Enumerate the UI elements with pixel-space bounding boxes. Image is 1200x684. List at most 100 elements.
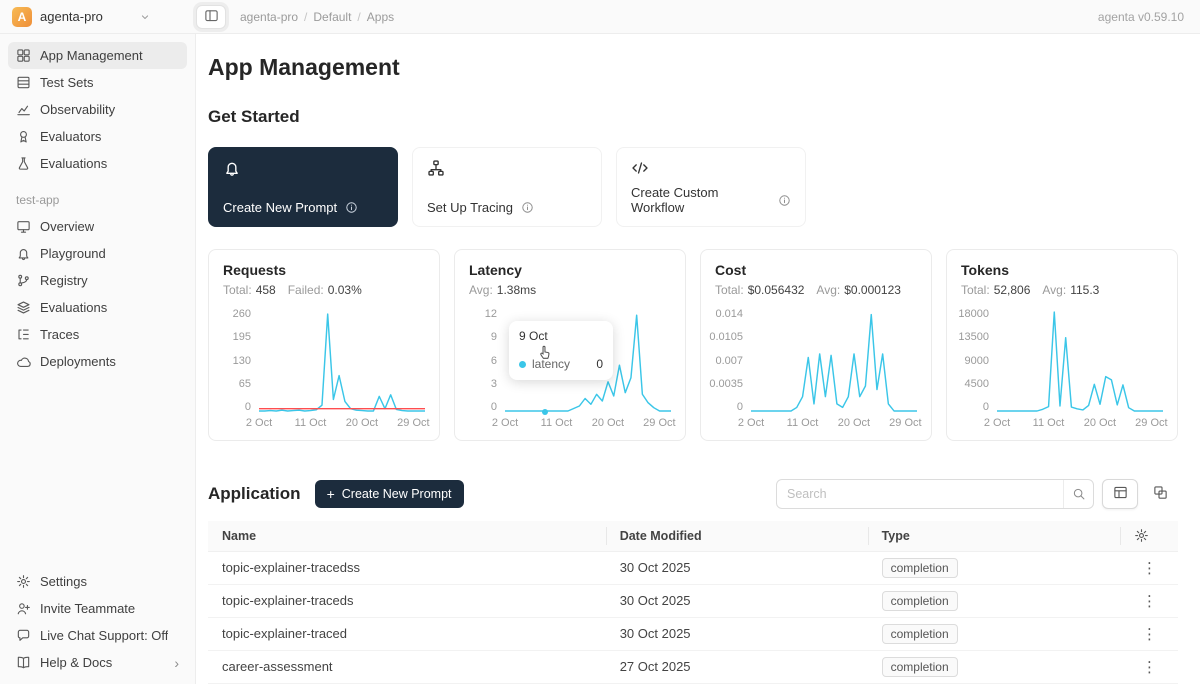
series-requests (259, 314, 425, 411)
metric-stats: Total:458Failed:0.03% (223, 283, 425, 297)
table-row[interactable]: career-assessment27 Oct 2025completion⋮ (208, 650, 1178, 683)
book-icon (16, 655, 31, 670)
info-icon[interactable] (345, 201, 358, 214)
series-cost (751, 315, 917, 411)
sidebar-section-label: test-app (16, 193, 187, 207)
table-row[interactable]: topic-explainer-tracedss30 Oct 2025compl… (208, 551, 1178, 584)
sidebar-toggle-button[interactable] (196, 5, 226, 29)
monitor-icon (16, 219, 31, 234)
row-more-button[interactable]: ⋮ (1135, 657, 1164, 677)
metric-cards: RequestsTotal:458Failed:0.03%26019513065… (208, 249, 1178, 441)
evaluators-icon (16, 129, 31, 144)
card-view-icon (1153, 485, 1168, 503)
invite-icon (16, 601, 31, 616)
sidebar-item-evaluations[interactable]: Evaluations (8, 150, 187, 177)
sidebar-item-settings[interactable]: Settings (8, 568, 187, 595)
chat-icon (16, 628, 31, 643)
start-card-create-custom-workflow[interactable]: Create Custom Workflow (616, 147, 806, 227)
sidebar-item-evaluators[interactable]: Evaluators (8, 123, 187, 150)
y-axis-labels: 260195130650 (223, 309, 259, 413)
sidebar-main-nav: App ManagementTest SetsObservabilityEval… (8, 42, 187, 177)
column-header-actions (1120, 521, 1178, 551)
sidebar-app-nav: OverviewPlaygroundRegistryEvaluationsTra… (8, 213, 187, 375)
sidebar-item-deployments[interactable]: Deployments (8, 348, 187, 375)
sidebar-item-playground[interactable]: Playground (8, 240, 187, 267)
start-card-set-up-tracing[interactable]: Set Up Tracing (412, 147, 602, 227)
page-title: App Management (208, 54, 1178, 81)
row-more-button[interactable]: ⋮ (1135, 558, 1164, 578)
application-section-header: Application + Create New Prompt (208, 479, 1178, 509)
flask-icon (16, 156, 31, 171)
x-axis-labels: 2 Oct11 Oct20 Oct29 Oct (751, 417, 917, 432)
gear-icon (16, 574, 31, 589)
card-view-button[interactable] (1142, 479, 1178, 509)
sidebar-item-traces[interactable]: Traces (8, 321, 187, 348)
x-axis-labels: 2 Oct11 Oct20 Oct29 Oct (997, 417, 1163, 432)
search-input[interactable] (777, 487, 1063, 501)
y-axis-labels: 1800013500900045000 (961, 309, 997, 413)
sidebar: App ManagementTest SetsObservabilityEval… (0, 34, 196, 684)
y-axis-labels: 129630 (469, 309, 505, 413)
sidebar-item-evaluations[interactable]: Evaluations (8, 294, 187, 321)
observability-icon (16, 102, 31, 117)
table-row[interactable]: topic-explainer-traced30 Oct 2025complet… (208, 617, 1178, 650)
info-icon[interactable] (521, 201, 534, 214)
start-card-create-new-prompt[interactable]: Create New Prompt (208, 147, 398, 227)
row-more-button[interactable]: ⋮ (1135, 591, 1164, 611)
table-view-button[interactable] (1102, 479, 1138, 509)
search-icon[interactable] (1063, 480, 1093, 508)
sidebar-item-invite-teammate[interactable]: Invite Teammate (8, 595, 187, 622)
view-toggle (1102, 479, 1178, 509)
column-header-type[interactable]: Type (868, 521, 1120, 551)
x-axis-labels: 2 Oct11 Oct20 Oct29 Oct (505, 417, 671, 432)
table-row[interactable]: topic-explainer-traceds30 Oct 2025comple… (208, 584, 1178, 617)
app-root: A agenta-pro agenta-pro/Default/Apps age… (0, 0, 1200, 684)
main-content: App Management Get Started Create New Pr… (196, 34, 1200, 684)
workspace-name[interactable]: agenta-pro (40, 9, 103, 24)
chart-tokens[interactable]: 1800013500900045000 (961, 309, 1163, 413)
breadcrumb-item[interactable]: agenta-pro (240, 10, 298, 24)
top-header: A agenta-pro agenta-pro/Default/Apps age… (0, 0, 1200, 34)
sidebar-bottom-nav: SettingsInvite TeammateLive Chat Support… (8, 568, 187, 676)
create-new-prompt-button[interactable]: + Create New Prompt (315, 480, 464, 508)
sidebar-item-live-chat-support-off[interactable]: Live Chat Support: Off (8, 622, 187, 649)
bell-icon (223, 159, 241, 177)
sidebar-item-overview[interactable]: Overview (8, 213, 187, 240)
chart-latency[interactable]: 1296309 Octlatency0 (469, 309, 671, 413)
metric-card-cost: CostTotal:$0.056432Avg:$0.0001230.0140.0… (700, 249, 932, 441)
sidebar-item-observability[interactable]: Observability (8, 96, 187, 123)
layers-icon (16, 300, 31, 315)
hover-marker (542, 409, 548, 415)
metric-stats: Total:$0.056432Avg:$0.000123 (715, 283, 917, 297)
chevron-down-icon[interactable] (139, 11, 151, 23)
branch-icon (16, 273, 31, 288)
bell-icon (16, 246, 31, 261)
breadcrumb-item[interactable]: Apps (367, 10, 394, 24)
workspace-avatar[interactable]: A (12, 7, 32, 27)
testsets-icon (16, 75, 31, 90)
table-settings-icon[interactable] (1134, 528, 1149, 543)
workspace-switcher[interactable]: A agenta-pro (0, 7, 196, 27)
tracing-icon (427, 159, 445, 177)
chart-cost[interactable]: 0.0140.01050.0070.00350 (715, 309, 917, 413)
type-tag: completion (882, 624, 958, 644)
version-label: agenta v0.59.10 (1098, 10, 1184, 24)
sidebar-item-help-docs[interactable]: Help & Docs› (8, 649, 187, 676)
column-header-date-modified[interactable]: Date Modified (606, 521, 868, 551)
chart-requests[interactable]: 260195130650 (223, 309, 425, 413)
series-dot (519, 361, 526, 368)
sidebar-item-registry[interactable]: Registry (8, 267, 187, 294)
sidebar-item-app-management[interactable]: App Management (8, 42, 187, 69)
grid-icon (16, 48, 31, 63)
sidebar-item-test-sets[interactable]: Test Sets (8, 69, 187, 96)
breadcrumb-item[interactable]: Default (313, 10, 351, 24)
column-header-name[interactable]: Name (208, 521, 606, 551)
series-tokens (997, 312, 1163, 411)
cursor-icon (539, 345, 552, 363)
y-axis-labels: 0.0140.01050.0070.00350 (715, 309, 751, 413)
info-icon[interactable] (778, 194, 791, 207)
row-more-button[interactable]: ⋮ (1135, 624, 1164, 644)
cloud-icon (16, 354, 31, 369)
breadcrumb: agenta-pro/Default/Apps (240, 10, 394, 24)
chart-tooltip: 9 Octlatency0 (509, 321, 613, 380)
